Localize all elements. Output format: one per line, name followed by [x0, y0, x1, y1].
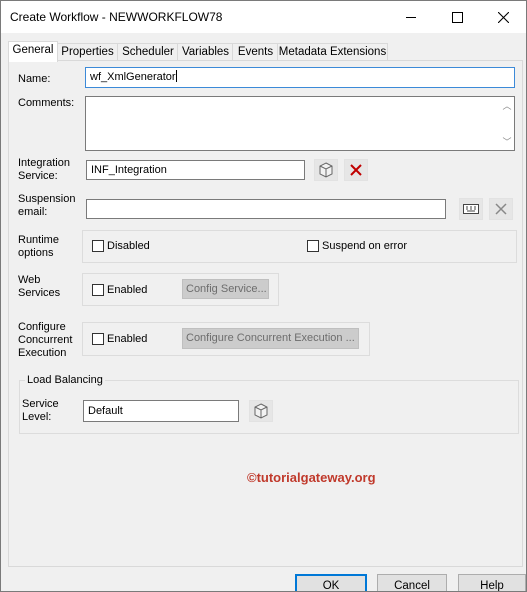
tab-events[interactable]: Events	[232, 43, 279, 61]
config-service-button[interactable]: Config Service...	[182, 279, 269, 299]
tab-properties[interactable]: Properties	[56, 43, 119, 61]
runtime-label-line2: options	[18, 247, 54, 259]
email-editor-icon	[463, 204, 479, 214]
watermark-text: ©tutorialgateway.org	[247, 470, 376, 485]
ok-button[interactable]: OK	[295, 574, 367, 591]
clear-email-button[interactable]	[489, 198, 513, 220]
web-services-enabled-checkbox[interactable]	[92, 284, 104, 296]
web-services-label-line1: Web	[18, 274, 41, 286]
service-level-label-line2: Level:	[22, 411, 52, 423]
cancel-button[interactable]: Cancel	[377, 574, 447, 591]
tab-variables[interactable]: Variables	[177, 43, 234, 61]
tab-general[interactable]: General	[8, 41, 58, 62]
close-button[interactable]	[480, 1, 526, 33]
maximize-button[interactable]	[434, 1, 480, 33]
email-editor-button[interactable]	[459, 198, 483, 220]
runtime-label-line1: Runtime	[18, 234, 59, 246]
integration-label-line2: Service:	[18, 170, 58, 182]
suspension-label-line2: email:	[18, 206, 48, 218]
integration-label-line1: Integration	[18, 157, 70, 169]
name-label: Name:	[18, 73, 51, 85]
close-icon	[497, 11, 509, 23]
maximize-icon	[451, 11, 463, 23]
suspension-email-input[interactable]	[86, 199, 446, 219]
window-title: Create Workflow - NEWWORKFLOW78	[10, 10, 223, 24]
scroll-down-icon[interactable]: ﹀	[502, 135, 512, 148]
minimize-icon	[406, 16, 416, 18]
concurrent-enabled-checkbox[interactable]	[92, 333, 104, 345]
delete-x-icon	[495, 203, 507, 215]
suspend-on-error-checkbox[interactable]	[307, 240, 319, 252]
configure-concurrent-button[interactable]: Configure Concurrent Execution ...	[182, 328, 359, 349]
minimize-button[interactable]	[388, 1, 434, 33]
name-value: wf_XmlGenerator	[90, 71, 176, 83]
concurrent-label-line2: Concurrent	[18, 334, 73, 346]
cube-icon	[254, 403, 268, 419]
load-balancing-legend: Load Balancing	[25, 374, 105, 386]
comments-textarea[interactable]: ︿ ﹀	[85, 96, 515, 151]
disabled-checkbox[interactable]	[92, 240, 104, 252]
clear-integration-button[interactable]	[344, 159, 368, 181]
web-services-enabled-label: Enabled	[107, 284, 148, 296]
text-caret	[175, 70, 177, 82]
service-level-label-line1: Service	[22, 398, 59, 410]
web-services-label-line2: Services	[18, 287, 61, 299]
concurrent-label-line1: Configure	[18, 321, 66, 333]
disabled-label: Disabled	[107, 240, 150, 252]
help-button[interactable]: Help	[458, 574, 526, 591]
browse-service-level-button[interactable]	[249, 400, 273, 422]
comments-label: Comments:	[18, 97, 75, 109]
service-level-input[interactable]: Default	[83, 400, 239, 422]
suspend-on-error-label: Suspend on error	[322, 240, 407, 252]
suspension-label-line1: Suspension	[18, 193, 76, 205]
title-bar: Create Workflow - NEWWORKFLOW78	[1, 1, 526, 33]
cube-icon	[319, 162, 333, 178]
tab-scheduler[interactable]: Scheduler	[117, 43, 179, 61]
scroll-up-icon[interactable]: ︿	[502, 99, 512, 112]
browse-integration-button[interactable]	[314, 159, 338, 181]
tab-metadata-extensions[interactable]: Metadata Extensions	[277, 43, 388, 61]
integration-service-input[interactable]: INF_Integration	[86, 160, 305, 180]
create-workflow-dialog: Create Workflow - NEWWORKFLOW78 General …	[0, 0, 527, 592]
concurrent-enabled-label: Enabled	[107, 333, 148, 345]
concurrent-label-line3: Execution	[18, 347, 67, 359]
name-input[interactable]: wf_XmlGenerator	[85, 67, 515, 88]
delete-x-icon	[350, 164, 362, 176]
